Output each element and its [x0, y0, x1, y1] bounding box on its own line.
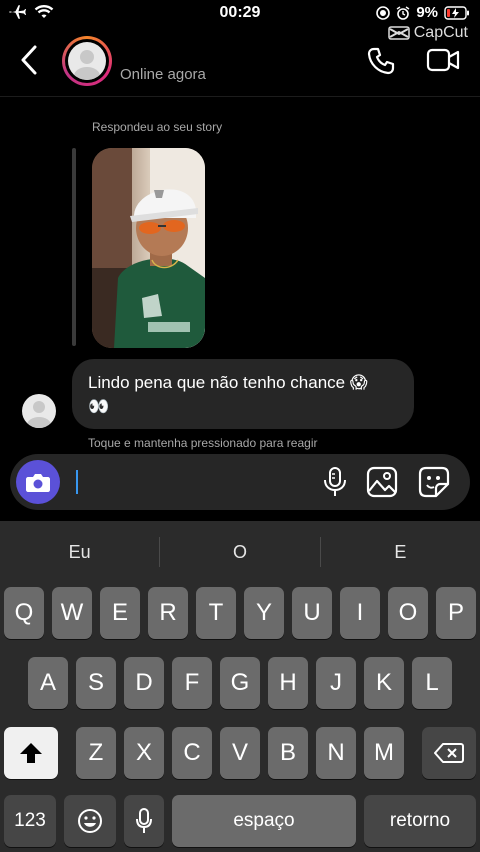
video-call-button[interactable]: [426, 46, 460, 79]
key-a[interactable]: A: [28, 657, 68, 709]
sticker-icon: [418, 466, 450, 498]
status-right: 9%: [376, 4, 470, 21]
numbers-key[interactable]: 123: [4, 795, 56, 847]
suggestion-1[interactable]: Eu: [0, 521, 159, 581]
text-caret: [76, 470, 78, 494]
microphone-icon: [136, 808, 152, 833]
key-p[interactable]: P: [436, 587, 476, 639]
key-h[interactable]: H: [268, 657, 308, 709]
key-n[interactable]: N: [316, 727, 356, 779]
key-z[interactable]: Z: [76, 727, 116, 779]
emoji-key[interactable]: [64, 795, 116, 847]
key-j[interactable]: J: [316, 657, 356, 709]
story-reply-bar: [72, 148, 76, 346]
key-g[interactable]: G: [220, 657, 260, 709]
reaction-hint: Toque e mantenha pressionado para reagir: [88, 436, 318, 450]
key-l[interactable]: L: [412, 657, 452, 709]
image-icon: [366, 466, 398, 498]
gallery-button[interactable]: [366, 466, 398, 503]
key-e[interactable]: E: [100, 587, 140, 639]
key-c[interactable]: C: [172, 727, 212, 779]
key-o[interactable]: O: [388, 587, 428, 639]
backspace-key[interactable]: [422, 727, 476, 779]
key-u[interactable]: U: [292, 587, 332, 639]
microphone-icon: [324, 467, 346, 496]
sender-avatar[interactable]: [22, 394, 56, 428]
key-b[interactable]: B: [268, 727, 308, 779]
key-x[interactable]: X: [124, 727, 164, 779]
battery-charging-icon: [444, 5, 469, 20]
story-photo-icon: [92, 148, 205, 348]
key-f[interactable]: F: [172, 657, 212, 709]
message-text-line1: Lindo pena que não tenho chance 😱: [88, 373, 368, 392]
key-r[interactable]: R: [148, 587, 188, 639]
screen-record-icon: [376, 5, 391, 20]
key-t[interactable]: T: [196, 587, 236, 639]
sticker-button[interactable]: [418, 466, 450, 503]
suggestion-3[interactable]: E: [321, 521, 480, 581]
voice-message-button[interactable]: [322, 466, 348, 503]
key-i[interactable]: I: [340, 587, 380, 639]
message-text-line2: 👀: [88, 397, 110, 416]
keyboard: Eu O E Q W E R T Y U I O P A S D F G H J…: [0, 521, 480, 852]
default-avatar-icon: [74, 50, 100, 80]
camera-button[interactable]: [16, 460, 60, 504]
key-w[interactable]: W: [52, 587, 92, 639]
story-reply-caption: Respondeu ao seu story: [92, 120, 223, 134]
backspace-icon: [434, 743, 464, 763]
suggestion-2[interactable]: O: [160, 521, 319, 581]
default-avatar-icon: [27, 401, 51, 428]
online-status: Online agora: [120, 66, 206, 83]
contact-avatar[interactable]: [62, 36, 112, 86]
key-d[interactable]: D: [124, 657, 164, 709]
key-y[interactable]: Y: [244, 587, 284, 639]
video-camera-icon: [426, 48, 460, 72]
key-q[interactable]: Q: [4, 587, 44, 639]
dictation-key[interactable]: [124, 795, 164, 847]
camera-icon: [26, 474, 50, 492]
key-s[interactable]: S: [76, 657, 116, 709]
key-v[interactable]: V: [220, 727, 260, 779]
return-key[interactable]: retorno: [364, 795, 476, 847]
shift-arrow-icon: [20, 743, 42, 763]
header-divider: [0, 96, 480, 97]
message-composer: [10, 454, 470, 510]
chat-header: Online agora: [0, 30, 480, 94]
battery-percent: 9%: [416, 4, 438, 21]
space-key[interactable]: espaço: [172, 795, 356, 847]
chevron-left-icon: [21, 45, 37, 75]
story-thumbnail[interactable]: [92, 148, 205, 348]
phone-icon: [367, 47, 395, 75]
key-m[interactable]: M: [364, 727, 404, 779]
shift-key[interactable]: [4, 727, 58, 779]
alarm-icon: [396, 5, 410, 20]
audio-call-button[interactable]: [366, 46, 396, 81]
key-k[interactable]: K: [364, 657, 404, 709]
status-bar: 00:29 9% CapCut: [0, 0, 480, 41]
message-bubble[interactable]: Lindo pena que não tenho chance 😱 👀: [72, 359, 414, 429]
message-input[interactable]: [80, 462, 310, 502]
back-button[interactable]: [18, 44, 40, 81]
suggestion-bar: Eu O E: [0, 521, 480, 581]
emoji-icon: [78, 809, 102, 833]
